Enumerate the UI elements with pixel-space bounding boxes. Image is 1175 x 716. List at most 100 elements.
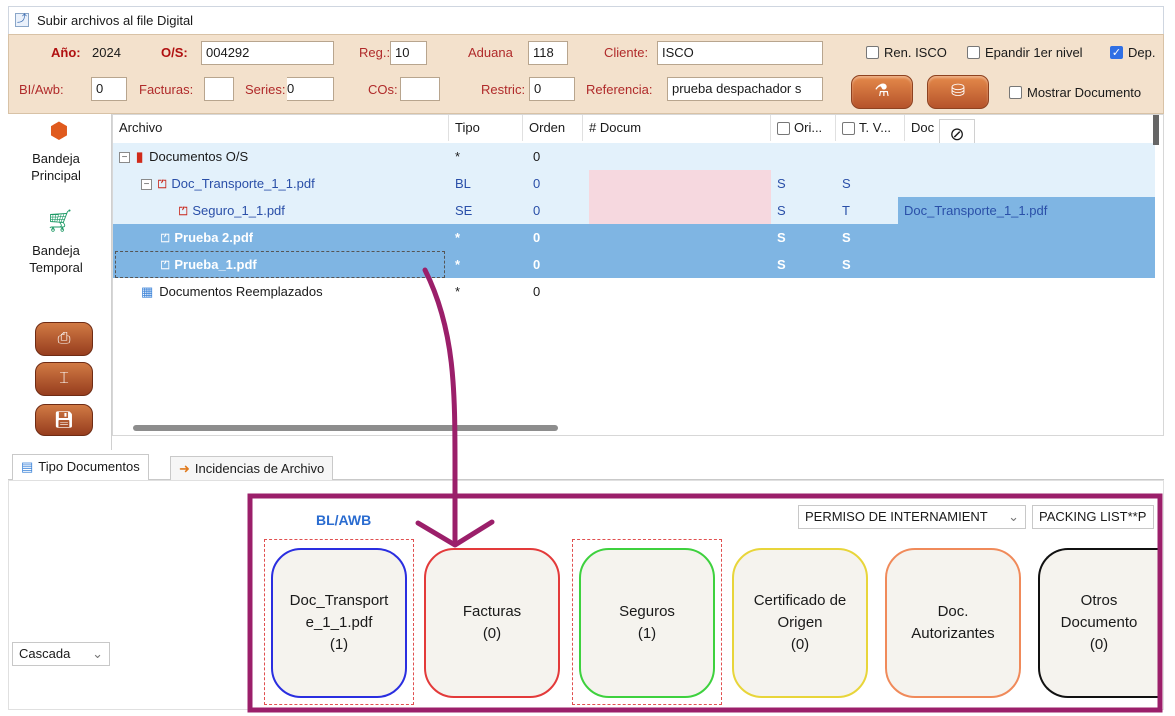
card-seguros[interactable]: Seguros (1): [579, 548, 715, 698]
floppy-icon: 💾︎: [53, 412, 75, 429]
row-tipo: *: [455, 284, 461, 299]
tab-label: Tipo Documentos: [38, 459, 140, 474]
table-row[interactable]: ▦ Documentos Reemplazados * 0: [113, 278, 1155, 305]
cliente-input[interactable]: ISCO: [657, 41, 823, 65]
checkbox-box[interactable]: [866, 46, 879, 59]
horizontal-scrollbar[interactable]: [133, 425, 558, 431]
series-label: Series:: [245, 82, 286, 97]
table-row[interactable]: ⏍ Seguro_1_1.pdf SE 0 S T Doc_Transporte_…: [113, 197, 1155, 224]
referencia-input[interactable]: prueba despachador s: [667, 77, 823, 101]
left-sidebar: ⬢ Bandeja Principal 🛒︎ Bandeja Temporal …: [8, 114, 112, 450]
card-line: (1): [329, 636, 349, 653]
row-archivo: Seguro_1_1.pdf: [192, 203, 285, 218]
packing-dropdown[interactable]: PACKING LIST**P: [1032, 505, 1154, 529]
pdf-icon: ⏍: [161, 233, 170, 245]
tab-tipo-documentos[interactable]: ▤ Tipo Documentos: [12, 454, 149, 481]
col-archivo[interactable]: Archivo: [113, 115, 449, 141]
card-line: (1): [637, 625, 657, 642]
add-database-button[interactable]: ⛁: [927, 75, 989, 109]
row-ori: S: [777, 176, 786, 191]
restric-input[interactable]: 0: [529, 77, 575, 101]
col-tipo[interactable]: Tipo: [449, 115, 523, 141]
card-line: (0): [482, 625, 502, 642]
table-row[interactable]: − ⏍ Doc_Transporte_1_1.pdf BL 0 S S: [113, 170, 1155, 197]
layout-select[interactable]: Cascada ⌄: [12, 642, 110, 666]
tag-icon[interactable]: ⬢: [46, 118, 72, 144]
card-facturas[interactable]: Facturas (0): [424, 548, 560, 698]
aduana-label: Aduana: [468, 45, 513, 60]
card-certificado-origen[interactable]: Certificado de Origen (0): [732, 548, 868, 698]
row-documento[interactable]: [589, 170, 771, 197]
expandir-checkbox[interactable]: Epandir 1er nivel: [967, 45, 1083, 60]
row-documento[interactable]: [589, 197, 771, 224]
card-line: Documento: [1060, 614, 1138, 631]
card-otros-documentos[interactable]: Otros Documento (0): [1038, 548, 1158, 698]
document-icon: ▤: [21, 459, 34, 474]
save-button[interactable]: 💾︎: [35, 404, 93, 436]
card-line: Origen: [777, 614, 823, 631]
row-orden: 0: [533, 176, 541, 191]
col-original[interactable]: Ori...: [771, 115, 836, 141]
card-line: Certificado de: [753, 592, 847, 609]
microscope-button[interactable]: ⚗: [851, 75, 913, 109]
checkbox-box[interactable]: [1009, 86, 1022, 99]
permiso-dropdown[interactable]: PERMISO DE INTERNAMIENT ⌄: [798, 505, 1026, 529]
row-ori: S: [777, 230, 786, 245]
os-input[interactable]: 004292: [201, 41, 334, 65]
text-cursor-icon: ⌶: [59, 370, 69, 387]
series-input[interactable]: 0: [287, 77, 334, 101]
anio-label: Año:: [51, 45, 81, 60]
aduana-input[interactable]: 118: [528, 41, 568, 65]
col-tv[interactable]: T. V...: [836, 115, 905, 141]
bandeja-principal-label[interactable]: Bandeja Principal: [8, 150, 104, 184]
table-row-selected[interactable]: ⏍ Prueba 2.pdf * 0 S S: [113, 224, 1155, 251]
tab-incidencias[interactable]: ➜ Incidencias de Archivo: [170, 456, 334, 480]
files-grid: Archivo Tipo Orden # Docum Ori... T. V..…: [112, 114, 1164, 436]
card-line: Autorizantes: [911, 625, 995, 642]
checkbox-box-checked[interactable]: ✓: [1110, 46, 1123, 59]
table-row[interactable]: − ▮ Documentos O/S * 0: [113, 143, 1155, 170]
restric-label: Restric:: [481, 82, 526, 97]
header-panel: Año: 2024 O/S: 004292 Reg.: 10 Aduana 11…: [8, 34, 1164, 114]
checkbox-box[interactable]: [967, 46, 980, 59]
cos-input[interactable]: [400, 77, 440, 101]
rename-button[interactable]: ⌶: [35, 362, 93, 396]
card-doc-transporte[interactable]: Doc_Transport e_1_1.pdf (1): [271, 548, 407, 698]
row-orden: 0: [533, 149, 541, 164]
col-documento[interactable]: # Docum: [583, 115, 771, 141]
facturas-label: Facturas:: [139, 82, 194, 97]
referencia-label: Referencia:: [586, 82, 653, 97]
checkbox-box[interactable]: [777, 122, 790, 136]
blawb-input[interactable]: 0: [91, 77, 127, 101]
row-tipo: BL: [455, 176, 471, 191]
row-tipo: *: [455, 230, 461, 245]
card-doc-autorizantes[interactable]: Doc. Autorizantes: [885, 548, 1021, 698]
reg-input[interactable]: 10: [390, 41, 427, 65]
dep-checkbox[interactable]: ✓ Dep.: [1110, 45, 1155, 60]
collapse-icon[interactable]: −: [141, 179, 152, 191]
expandir-label: Epandir 1er nivel: [985, 45, 1083, 60]
collapse-icon[interactable]: −: [119, 152, 130, 164]
row-orden: 0: [533, 257, 541, 272]
col-orden[interactable]: Orden: [523, 115, 583, 141]
row-tipo: *: [455, 149, 461, 164]
folder-red-icon: ▮: [136, 149, 144, 164]
mostrar-documento-checkbox[interactable]: Mostrar Documento: [1009, 85, 1141, 100]
row-tv: S: [842, 230, 851, 245]
window-title: Subir archivos al file Digital: [37, 13, 194, 28]
vertical-scrollbar[interactable]: [1153, 115, 1159, 145]
checkbox-box[interactable]: [842, 122, 855, 136]
bl-awb-label: BL/AWB: [316, 512, 372, 528]
bandeja-temporal-label[interactable]: Bandeja Temporal: [8, 242, 104, 276]
card-line: Facturas: [462, 603, 522, 620]
ren-isco-checkbox[interactable]: Ren. ISCO: [866, 45, 947, 60]
row-tipo: SE: [455, 203, 473, 218]
anio-value[interactable]: 2024: [92, 45, 121, 60]
cart-icon[interactable]: 🛒︎: [46, 208, 74, 234]
facturas-input[interactable]: [204, 77, 234, 101]
print-button[interactable]: ⎙: [35, 322, 93, 356]
row-ori: S: [777, 257, 786, 272]
arrow-icon: ➜: [179, 461, 190, 476]
row-tv: T: [842, 203, 850, 218]
row-doc[interactable]: Doc_Transporte_1_1.pdf: [898, 197, 1155, 224]
